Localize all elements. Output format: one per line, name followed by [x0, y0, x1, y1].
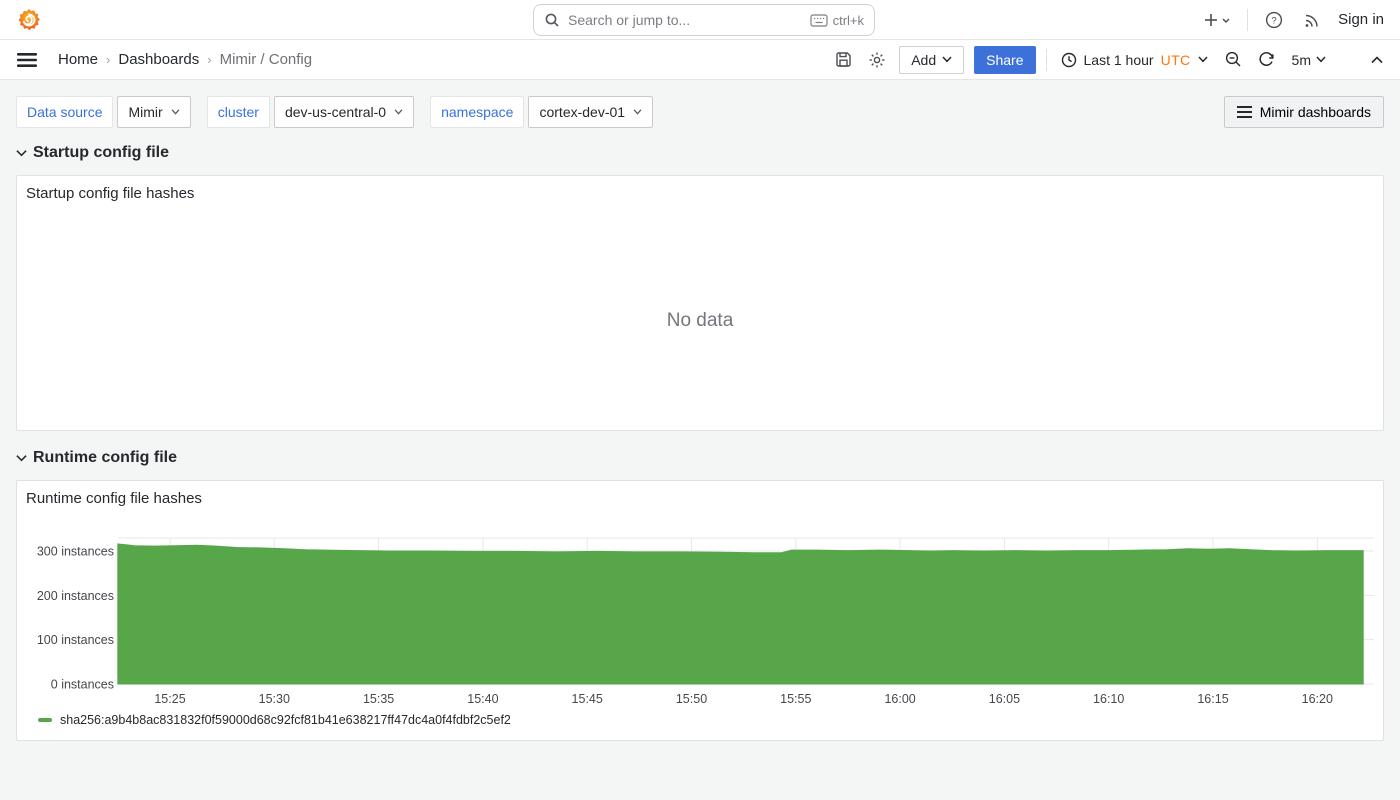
toolbar-divider — [1046, 49, 1047, 71]
chevron-down-icon — [16, 149, 27, 157]
svg-text:16:05: 16:05 — [989, 692, 1020, 706]
svg-text:15:40: 15:40 — [467, 692, 498, 706]
zoom-out-time-icon[interactable] — [1222, 48, 1245, 71]
svg-text:16:15: 16:15 — [1197, 692, 1228, 706]
top-bar: ctrl+k ? Sign in — [0, 0, 1400, 40]
add-button[interactable]: Add — [899, 46, 964, 74]
svg-text:16:20: 16:20 — [1302, 692, 1333, 706]
svg-text:200 instances: 200 instances — [37, 589, 114, 603]
svg-text:16:10: 16:10 — [1093, 692, 1124, 706]
variable-cluster: cluster dev-us-central-0 — [207, 96, 414, 128]
svg-text:15:25: 15:25 — [154, 692, 185, 706]
share-button[interactable]: Share — [974, 46, 1035, 74]
dashboard-submenu: Data source Mimir cluster dev-us-central… — [0, 80, 1400, 128]
keyboard-icon — [810, 14, 828, 27]
variable-label-namespace[interactable]: namespace — [430, 96, 524, 128]
refresh-interval-picker[interactable]: 5m — [1288, 52, 1330, 68]
breadcrumb-separator: › — [106, 52, 110, 67]
svg-text:?: ? — [1271, 15, 1276, 26]
news-icon[interactable] — [1300, 8, 1324, 32]
panel-startup-config-file-hashes[interactable]: Startup config file hashes No data — [16, 175, 1384, 431]
breadcrumb: Home › Dashboards › Mimir / Config — [58, 51, 312, 68]
search-box[interactable]: ctrl+k — [533, 4, 875, 36]
chevron-down-icon — [633, 109, 642, 115]
panel-title: Runtime config file hashes — [17, 481, 1383, 507]
timezone-label: UTC — [1161, 52, 1191, 68]
svg-text:100 instances: 100 instances — [37, 633, 114, 647]
svg-text:15:45: 15:45 — [572, 692, 603, 706]
mimir-dashboards-button[interactable]: Mimir dashboards — [1224, 96, 1384, 128]
search-shortcut: ctrl+k — [810, 13, 864, 28]
svg-text:15:30: 15:30 — [259, 692, 290, 706]
legend-item[interactable]: sha256:a9b4b8ac831832f0f59000d68c92fcf81… — [38, 713, 511, 727]
variable-label-cluster[interactable]: cluster — [207, 96, 270, 128]
panel-runtime-config-file-hashes[interactable]: Runtime config file hashes 0 instances 10… — [16, 480, 1384, 741]
legend-label: sha256:a9b4b8ac831832f0f59000d68c92fcf81… — [60, 713, 511, 727]
help-icon[interactable]: ? — [1262, 8, 1286, 32]
svg-text:0 instances: 0 instances — [51, 678, 114, 692]
row-runtime-config-file[interactable]: Runtime config file — [16, 445, 1384, 471]
svg-text:15:50: 15:50 — [676, 692, 707, 706]
sign-in-button[interactable]: Sign in — [1338, 11, 1384, 28]
breadcrumb-current: Mimir / Config — [220, 51, 313, 68]
no-data-message: No data — [17, 212, 1383, 430]
svg-text:16:00: 16:00 — [884, 692, 915, 706]
time-range-picker[interactable]: Last 1 hour UTC — [1057, 52, 1212, 68]
svg-text:15:35: 15:35 — [363, 692, 394, 706]
variable-value-cluster[interactable]: dev-us-central-0 — [274, 96, 414, 128]
breadcrumb-separator: › — [207, 52, 211, 67]
variable-data-source: Data source Mimir — [16, 96, 191, 128]
nav-toolbar: Home › Dashboards › Mimir / Config Add S… — [0, 40, 1400, 80]
variable-value-namespace[interactable]: cortex-dev-01 — [528, 96, 653, 128]
save-dashboard-icon[interactable] — [832, 48, 855, 71]
chevron-down-icon — [1198, 56, 1208, 63]
clock-icon — [1061, 52, 1077, 68]
refresh-icon[interactable] — [1255, 48, 1278, 71]
chevron-down-icon — [171, 109, 180, 115]
mega-menu-icon[interactable] — [14, 49, 40, 71]
breadcrumb-dashboards[interactable]: Dashboards — [118, 51, 199, 68]
svg-text:300 instances: 300 instances — [37, 545, 114, 559]
toolbar-collapse-button[interactable] — [1368, 53, 1386, 67]
time-range-label: Last 1 hour — [1084, 52, 1154, 68]
variable-label-data-source[interactable]: Data source — [16, 96, 113, 128]
dashboard-settings-icon[interactable] — [865, 48, 889, 72]
variable-value-data-source[interactable]: Mimir — [117, 96, 190, 128]
breadcrumb-home[interactable]: Home — [58, 51, 98, 68]
svg-text:15:55: 15:55 — [780, 692, 811, 706]
runtime-config-chart: 0 instances 100 instances 200 instances 300… — [17, 522, 1383, 708]
search-icon — [544, 12, 560, 28]
add-menu-button[interactable] — [1201, 9, 1233, 31]
search-input[interactable] — [568, 12, 802, 28]
chevron-down-icon — [394, 109, 403, 115]
topbar-divider — [1247, 9, 1248, 31]
row-title: Startup config file — [33, 144, 169, 162]
list-icon — [1237, 106, 1252, 118]
chevron-down-icon — [16, 454, 27, 462]
row-title: Runtime config file — [33, 449, 177, 467]
grafana-logo-icon[interactable] — [16, 7, 42, 33]
row-startup-config-file[interactable]: Startup config file — [16, 140, 1384, 166]
legend-swatch — [38, 718, 52, 722]
chevron-down-icon — [1316, 56, 1326, 63]
variable-namespace: namespace cortex-dev-01 — [430, 96, 653, 128]
panel-title: Startup config file hashes — [17, 176, 1383, 202]
